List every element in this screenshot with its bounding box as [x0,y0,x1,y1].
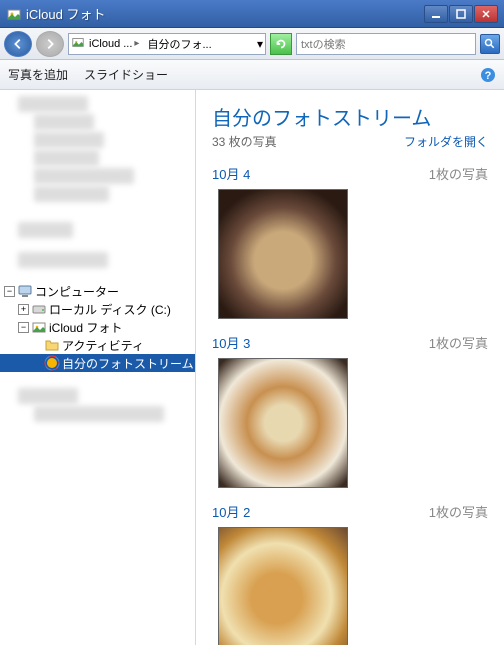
minimize-button[interactable] [424,5,448,23]
photo-icon [71,35,85,52]
tree-activity[interactable]: アクティビティ [0,336,195,354]
title-bar: iCloud フォト [0,0,504,28]
back-button[interactable] [4,31,32,57]
photostream-icon [44,355,60,371]
nav-bar: iCloud ...▸ 自分のフォ... ▾ txtの検索 [0,28,504,60]
breadcrumb-2[interactable]: 自分のフォ... [143,34,215,54]
group-count: 1枚の写真 [429,502,488,521]
svg-text:?: ? [485,70,492,82]
page-title: 自分のフォトストリーム [212,102,488,131]
search-icon[interactable] [480,34,500,54]
refresh-button[interactable] [270,33,292,55]
open-folder-link[interactable]: フォルダを開く [404,133,488,150]
content-area: 自分のフォトストリーム 33 枚の写真 フォルダを開く 10月 4 1枚の写真 … [196,90,504,645]
folder-icon [44,337,60,353]
photo-thumbnail[interactable] [218,358,348,488]
forward-button[interactable] [36,31,64,57]
search-input[interactable]: txtの検索 [296,33,476,55]
collapse-icon[interactable]: − [4,286,15,297]
add-photo-button[interactable]: 写真を追加 [8,66,68,83]
slideshow-button[interactable]: スライドショー [84,66,168,83]
tree-local-disk[interactable]: + ローカル ディスク (C:) [0,300,195,318]
photo-thumbnail[interactable] [218,527,348,645]
help-icon[interactable]: ? [480,67,496,83]
group-count: 1枚の写真 [429,333,488,352]
toolbar: 写真を追加 スライドショー ? [0,60,504,90]
group-date[interactable]: 10月 3 [212,333,250,352]
address-bar[interactable]: iCloud ...▸ 自分のフォ... ▾ [68,33,266,55]
breadcrumb-1[interactable]: iCloud ...▸ [85,34,143,54]
collapse-icon[interactable]: − [18,322,29,333]
group-date[interactable]: 10月 4 [212,164,250,183]
photo-count: 33 枚の写真 [212,133,277,150]
expand-icon[interactable]: + [18,304,29,315]
disk-icon [31,301,47,317]
tree-my-photostream[interactable]: 自分のフォトストリーム [0,354,195,372]
computer-icon [17,283,33,299]
tree-computer[interactable]: − コンピューター [0,282,195,300]
app-icon [6,6,22,22]
window-title: iCloud フォト [26,4,424,23]
group-count: 1枚の写真 [429,164,488,183]
date-group: 10月 2 1枚の写真 [212,502,488,645]
close-button[interactable] [474,5,498,23]
maximize-button[interactable] [449,5,473,23]
sidebar: − コンピューター + ローカル ディスク (C:) − iCloud フォト … [0,90,196,645]
date-group: 10月 4 1枚の写真 [212,164,488,319]
photo-thumbnail[interactable] [218,189,348,319]
tree-icloud-photo[interactable]: − iCloud フォト [0,318,195,336]
photo-icon [31,319,47,335]
date-group: 10月 3 1枚の写真 [212,333,488,488]
chevron-down-icon[interactable]: ▾ [257,37,263,51]
group-date[interactable]: 10月 2 [212,502,250,521]
